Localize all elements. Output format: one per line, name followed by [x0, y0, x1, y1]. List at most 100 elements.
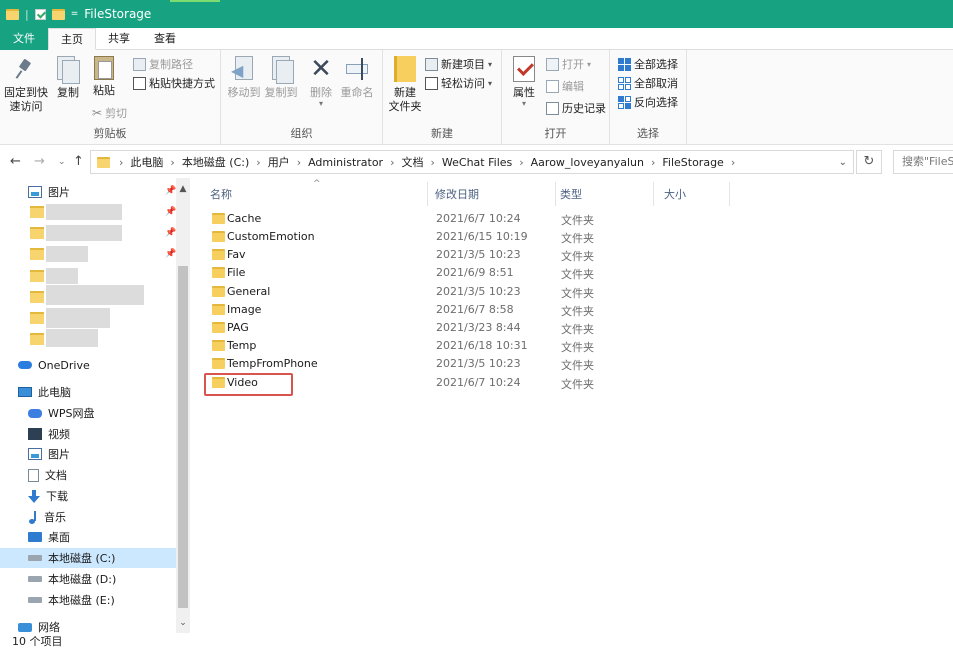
- table-row[interactable]: General 2021/3/5 10:23 文件夹: [208, 283, 628, 301]
- table-row[interactable]: TempFromPhone 2021/3/5 10:23 文件夹: [208, 355, 628, 373]
- tab-share[interactable]: 共享: [96, 28, 142, 50]
- scroll-up-icon[interactable]: ▲: [176, 184, 190, 194]
- breadcrumb-separator[interactable]: ›: [165, 156, 179, 169]
- new-folder-quick-icon[interactable]: [51, 8, 65, 20]
- select-none-button[interactable]: 全部取消: [618, 74, 678, 92]
- folder-icon: [212, 340, 225, 351]
- new-folder-button[interactable]: 新建 文件夹: [387, 56, 423, 114]
- tab-file[interactable]: 文件: [0, 28, 48, 50]
- nav-item-drive-e[interactable]: 本地磁盘 (E:): [28, 590, 115, 610]
- history-button[interactable]: 历史记录: [546, 99, 606, 117]
- pin-quick-access-button[interactable]: 固定到快速访问: [4, 56, 48, 114]
- breadcrumb-this-pc[interactable]: 此电脑: [128, 154, 165, 170]
- breadcrumb-wechat-files[interactable]: WeChat Files: [440, 156, 514, 169]
- redacted-item[interactable]: [46, 329, 98, 347]
- column-divider[interactable]: [427, 182, 428, 206]
- breadcrumb-administrator[interactable]: Administrator: [306, 156, 385, 169]
- breadcrumb[interactable]: › 此电脑 › 本地磁盘 (C:) › 用户 › Administrator ›…: [90, 150, 854, 174]
- up-arrow-icon[interactable]: ↑: [73, 154, 84, 169]
- pin-icon[interactable]: 📌: [165, 207, 176, 217]
- select-all-button[interactable]: 全部选择: [618, 55, 678, 73]
- folder-icon: [212, 358, 225, 369]
- breadcrumb-filestorage[interactable]: FileStorage: [660, 156, 725, 169]
- nav-item-onedrive[interactable]: OneDrive: [18, 355, 90, 375]
- breadcrumb-drive-c[interactable]: 本地磁盘 (C:): [180, 154, 251, 170]
- search-input[interactable]: 搜索"FileStorage": [893, 150, 953, 174]
- refresh-icon[interactable]: ↻: [856, 150, 882, 174]
- tab-view[interactable]: 查看: [142, 28, 188, 50]
- nav-item-documents[interactable]: 文档: [28, 465, 67, 485]
- pin-icon[interactable]: 📌: [165, 186, 176, 196]
- redacted-item[interactable]: [46, 204, 122, 220]
- move-to-button[interactable]: ◀ 移动到: [226, 56, 262, 100]
- redacted-item[interactable]: [46, 225, 122, 241]
- breadcrumb-documents[interactable]: 文档: [400, 154, 426, 170]
- redacted-item[interactable]: [46, 285, 144, 305]
- breadcrumb-separator[interactable]: ›: [292, 156, 306, 169]
- copy-button[interactable]: 复制: [54, 56, 82, 100]
- table-row[interactable]: Image 2021/6/7 8:58 文件夹: [208, 301, 628, 319]
- nav-item-music[interactable]: 音乐: [28, 507, 66, 527]
- pin-icon[interactable]: 📌: [165, 249, 176, 259]
- table-row[interactable]: File 2021/6/9 8:51 文件夹: [208, 264, 628, 282]
- breadcrumb-separator[interactable]: ›: [385, 156, 399, 169]
- breadcrumb-separator[interactable]: ›: [251, 156, 265, 169]
- edit-button[interactable]: 编辑: [546, 77, 584, 95]
- paste-button[interactable]: 粘贴: [90, 56, 118, 98]
- table-row[interactable]: PAG 2021/3/23 8:44 文件夹: [208, 319, 628, 337]
- breadcrumb-separator[interactable]: ›: [646, 156, 660, 169]
- forward-arrow-icon[interactable]: →: [34, 154, 45, 169]
- new-item-button[interactable]: 新建项目 ▾: [425, 55, 492, 73]
- nav-scrollbar[interactable]: ▲ ⌄: [176, 178, 190, 633]
- properties-quick-icon[interactable]: [34, 8, 46, 20]
- nav-item-desktop[interactable]: 桌面: [28, 527, 70, 547]
- easy-access-button[interactable]: 轻松访问 ▾: [425, 74, 492, 92]
- nav-item-drive-c[interactable]: 本地磁盘 (C:): [0, 548, 176, 568]
- customize-quick-access-button[interactable]: =: [71, 9, 79, 19]
- nav-item-pictures[interactable]: 图片: [28, 444, 70, 464]
- address-dropdown-chevron-icon[interactable]: ⌄: [839, 157, 847, 168]
- copy-to-button[interactable]: 复制到: [263, 56, 299, 100]
- column-header-type[interactable]: 类型: [560, 186, 582, 202]
- back-arrow-icon[interactable]: ←: [10, 154, 21, 169]
- table-row[interactable]: Temp 2021/6/18 10:31 文件夹: [208, 337, 628, 355]
- table-row[interactable]: Fav 2021/3/5 10:23 文件夹: [208, 246, 628, 264]
- nav-item-this-pc[interactable]: 此电脑: [18, 382, 71, 402]
- breadcrumb-users[interactable]: 用户: [266, 154, 292, 170]
- invert-selection-button[interactable]: 反向选择: [618, 93, 678, 111]
- scrollbar-thumb[interactable]: [178, 266, 188, 608]
- column-divider[interactable]: [729, 182, 730, 206]
- rename-button[interactable]: 重命名: [339, 56, 375, 100]
- table-row[interactable]: CustomEmotion 2021/6/15 10:19 文件夹: [208, 228, 628, 246]
- breadcrumb-separator[interactable]: ›: [114, 156, 128, 169]
- open-button[interactable]: 打开 ▾: [546, 55, 591, 73]
- nav-item-downloads[interactable]: 下载: [28, 486, 68, 506]
- breadcrumb-separator[interactable]: ›: [514, 156, 528, 169]
- column-divider[interactable]: [555, 182, 556, 206]
- copy-path-button[interactable]: 复制路径: [133, 55, 193, 73]
- tab-home[interactable]: 主页: [48, 28, 96, 50]
- redacted-item[interactable]: [46, 246, 88, 262]
- pin-icon[interactable]: 📌: [165, 228, 176, 238]
- folder-icon: [30, 270, 44, 282]
- nav-item-pictures-pinned[interactable]: 图片: [28, 182, 70, 202]
- recent-locations-chevron-icon[interactable]: ⌄: [58, 157, 66, 167]
- redacted-item[interactable]: [46, 308, 110, 328]
- redacted-item[interactable]: [46, 268, 78, 284]
- table-row[interactable]: Cache 2021/6/7 10:24 文件夹: [208, 210, 628, 228]
- breadcrumb-separator[interactable]: ›: [726, 156, 740, 169]
- paste-shortcut-button[interactable]: 粘贴快捷方式: [133, 74, 215, 92]
- nav-item-wps[interactable]: WPS网盘: [28, 403, 95, 423]
- cut-button[interactable]: ✂ 剪切: [92, 104, 127, 122]
- delete-button[interactable]: ✕ 删除 ▾: [307, 56, 335, 108]
- breadcrumb-separator[interactable]: ›: [426, 156, 440, 169]
- column-header-name[interactable]: 名称: [210, 186, 232, 202]
- breadcrumb-user-folder[interactable]: Aarow_loveyanyalun: [529, 156, 646, 169]
- column-header-size[interactable]: 大小: [664, 186, 686, 202]
- column-header-modified[interactable]: 修改日期: [435, 186, 479, 202]
- nav-item-drive-d[interactable]: 本地磁盘 (D:): [28, 569, 116, 589]
- column-divider[interactable]: [653, 182, 654, 206]
- nav-item-videos[interactable]: 视频: [28, 424, 70, 444]
- properties-button[interactable]: 属性 ▾: [510, 56, 538, 108]
- scroll-down-icon[interactable]: ⌄: [176, 618, 190, 628]
